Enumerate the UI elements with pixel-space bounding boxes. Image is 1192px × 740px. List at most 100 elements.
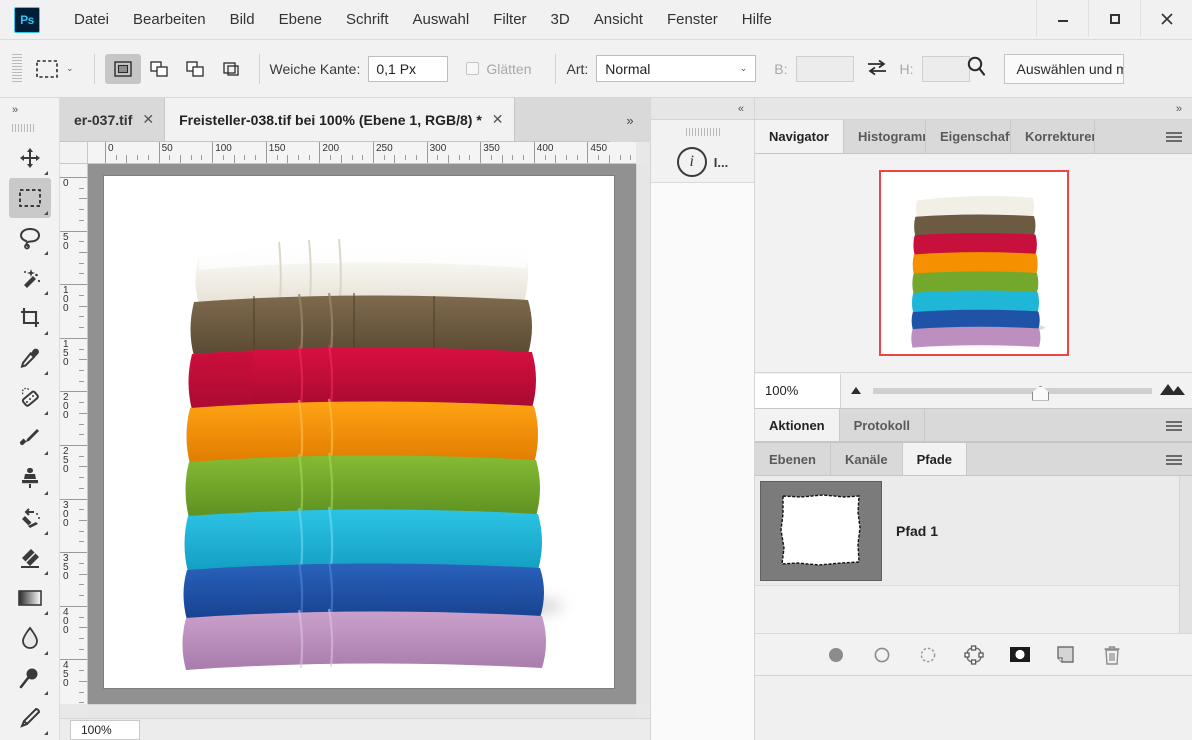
height-label: H:: [900, 61, 914, 77]
make-work-path-button[interactable]: [962, 643, 986, 667]
horizontal-ruler[interactable]: 05010015020025030035040045050: [88, 142, 636, 164]
fill-path-button[interactable]: [824, 643, 848, 667]
chevron-down-icon[interactable]: ⌄: [66, 63, 74, 74]
intersect-selection-button[interactable]: [213, 54, 249, 84]
status-zoom-input[interactable]: 100%: [70, 720, 140, 740]
rectangular-marquee-tool[interactable]: [9, 178, 51, 218]
ruler-minor-tick: [201, 155, 202, 160]
move-tool[interactable]: [9, 138, 51, 178]
vertical-ruler[interactable]: 0501001502002503003504004505: [60, 164, 88, 704]
history-brush-tool[interactable]: [9, 498, 51, 538]
select-and-mask-button[interactable]: Auswählen und maskieren...: [1004, 54, 1124, 84]
blur-tool[interactable]: [9, 618, 51, 658]
tab-eigenschaften[interactable]: Eigenschaften: [926, 120, 1011, 153]
menu-hilfe[interactable]: Hilfe: [730, 7, 784, 32]
subtract-from-selection-button[interactable]: [177, 54, 213, 84]
tools-collapse-button[interactable]: »: [0, 98, 59, 122]
ruler-minor-tick: [630, 155, 631, 160]
menu-ebene[interactable]: Ebene: [267, 7, 334, 32]
close-icon[interactable]: ✕: [142, 111, 154, 128]
trash-icon[interactable]: [1100, 643, 1124, 667]
tabs-overflow-button[interactable]: »: [610, 98, 650, 142]
tab-protokoll[interactable]: Protokoll: [840, 409, 925, 441]
add-to-selection-button[interactable]: [141, 54, 177, 84]
search-icon[interactable]: [964, 54, 990, 83]
minimize-button[interactable]: [1036, 0, 1088, 37]
options-bar-grip[interactable]: [12, 54, 22, 84]
tab-histogramm[interactable]: Histogramm: [844, 120, 926, 153]
panel-menu-icon[interactable]: [1156, 120, 1192, 154]
lasso-tool[interactable]: [9, 218, 51, 258]
document-status-bar: 100%: [60, 718, 650, 740]
menu-auswahl[interactable]: Auswahl: [401, 7, 482, 32]
navigator-zoom-input[interactable]: 100%: [755, 374, 841, 408]
image-canvas[interactable]: [104, 176, 614, 688]
crop-tool[interactable]: [9, 298, 51, 338]
ruler-minor-tick: [244, 155, 245, 160]
list-item[interactable]: Pfad 1: [755, 476, 1192, 586]
panel-menu-icon[interactable]: [1156, 443, 1192, 477]
dock-collapse-button[interactable]: »: [755, 98, 1192, 120]
height-input[interactable]: [922, 56, 970, 82]
info-panel-collapse-button[interactable]: «: [651, 98, 754, 120]
rectangular-marquee-icon[interactable]: [30, 54, 64, 84]
ruler-minor-tick: [555, 155, 556, 163]
large-mountain-icon[interactable]: [1158, 381, 1186, 400]
clone-stamp-tool[interactable]: [9, 458, 51, 498]
gradient-tool[interactable]: [9, 578, 51, 618]
panel-menu-icon[interactable]: [1156, 409, 1192, 443]
menu-bild[interactable]: Bild: [218, 7, 267, 32]
spot-healing-brush-tool[interactable]: [9, 378, 51, 418]
maximize-button[interactable]: [1088, 0, 1140, 37]
stroke-path-button[interactable]: [870, 643, 894, 667]
tab-ebenen[interactable]: Ebenen: [755, 443, 831, 475]
tools-panel-grip[interactable]: [12, 124, 36, 132]
add-mask-button[interactable]: [1008, 643, 1032, 667]
new-selection-button[interactable]: [105, 54, 141, 84]
document-tab-1[interactable]: Freisteller-038.tif bei 100% (Ebene 1, R…: [165, 98, 514, 141]
small-mountain-icon[interactable]: [847, 382, 867, 399]
brush-tool[interactable]: [9, 418, 51, 458]
pen-tool[interactable]: [9, 698, 51, 738]
towel-stack-image: [104, 176, 614, 688]
navigator-zoom-slider[interactable]: [873, 374, 1152, 408]
zoom-slider-track: [873, 388, 1152, 394]
ruler-minor-tick: [491, 155, 492, 160]
eraser-tool[interactable]: [9, 538, 51, 578]
eyedropper-tool[interactable]: [9, 338, 51, 378]
tab-kanaele[interactable]: Kanäle: [831, 443, 903, 475]
menu-filter[interactable]: Filter: [481, 7, 538, 32]
load-selection-button[interactable]: [916, 643, 940, 667]
menu-ansicht[interactable]: Ansicht: [582, 7, 655, 32]
dodge-tool[interactable]: [9, 658, 51, 698]
navigator-view-box[interactable]: [879, 170, 1069, 356]
feather-input[interactable]: 0,1 Px: [368, 56, 448, 82]
navigator-preview[interactable]: [755, 154, 1192, 372]
menu-fenster[interactable]: Fenster: [655, 7, 730, 32]
artboard[interactable]: [104, 176, 614, 688]
canvas-horizontal-scrollbar[interactable]: [88, 704, 636, 718]
tab-aktionen[interactable]: Aktionen: [755, 409, 840, 441]
width-input[interactable]: [796, 56, 854, 82]
ruler-minor-tick: [79, 466, 87, 467]
document-tab-0[interactable]: er-037.tif ✕: [60, 98, 165, 141]
ruler-minor-tick: [277, 155, 278, 160]
swap-arrows-icon[interactable]: [866, 58, 888, 79]
info-panel-grip[interactable]: [686, 128, 720, 136]
ruler-minor-tick: [384, 155, 385, 160]
tab-pfade[interactable]: Pfade: [903, 443, 967, 475]
menu-bearbeiten[interactable]: Bearbeiten: [121, 7, 218, 32]
new-path-button[interactable]: [1054, 643, 1078, 667]
quick-selection-tool[interactable]: [9, 258, 51, 298]
menu-3d[interactable]: 3D: [539, 7, 582, 32]
close-button[interactable]: [1140, 0, 1192, 37]
canvas-viewport[interactable]: [88, 164, 636, 704]
antialias-checkbox[interactable]: [466, 62, 479, 75]
close-icon[interactable]: ✕: [492, 111, 504, 128]
canvas-vertical-scrollbar[interactable]: [636, 164, 650, 704]
style-select[interactable]: Normal ⌄: [596, 55, 756, 82]
menu-datei[interactable]: Datei: [62, 7, 121, 32]
tab-navigator[interactable]: Navigator: [755, 120, 844, 153]
menu-schrift[interactable]: Schrift: [334, 7, 401, 32]
tab-korrekturen[interactable]: Korrekturen: [1011, 120, 1095, 153]
